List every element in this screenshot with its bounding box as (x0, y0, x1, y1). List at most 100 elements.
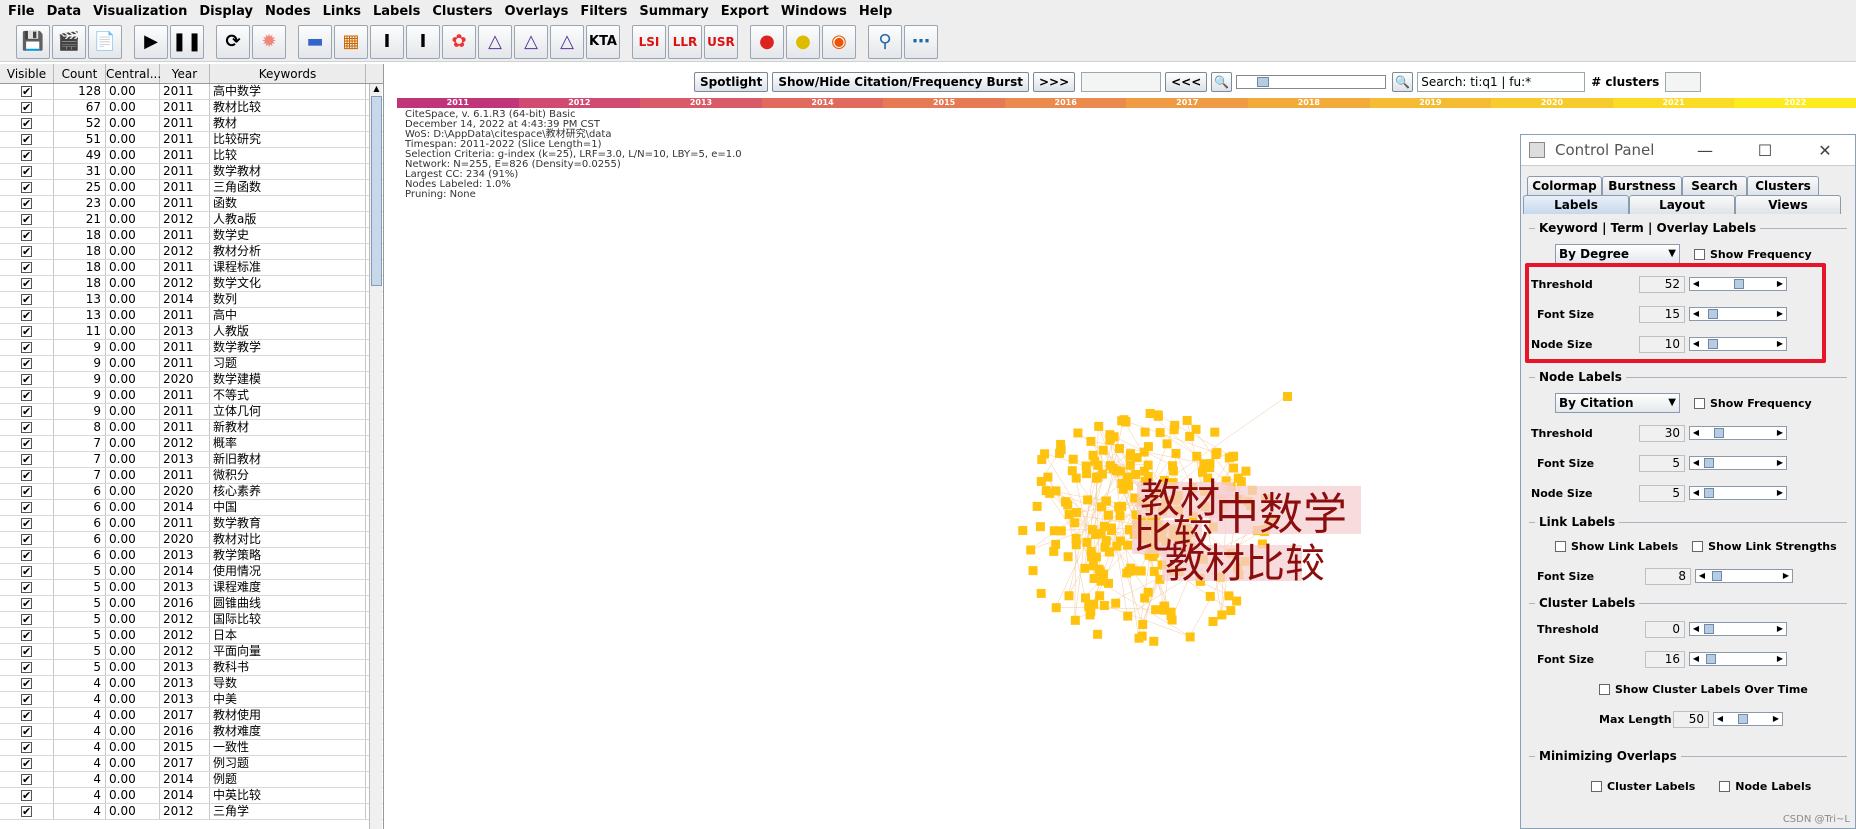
graph-node[interactable] (1185, 632, 1195, 642)
menu-display[interactable]: Display (195, 4, 261, 19)
triangle-network-3-icon[interactable]: △ (550, 24, 584, 59)
graph-node[interactable] (1149, 636, 1159, 646)
minimize-icon[interactable]: — (1675, 141, 1735, 160)
col-keywords[interactable]: Keywords (210, 64, 366, 83)
cl-font-size-slider[interactable]: ◀ ▶ (1689, 652, 1787, 666)
graph-node[interactable] (1226, 606, 1236, 616)
visible-checkbox[interactable] (21, 596, 32, 611)
graph-node[interactable] (1032, 501, 1042, 511)
table-row[interactable]: 180.002012数学文化 (0, 276, 383, 292)
graph-node[interactable] (1087, 525, 1097, 535)
visible-checkbox[interactable] (21, 788, 32, 803)
table-row[interactable]: 90.002020数学建模 (0, 372, 383, 388)
scroll-thumb[interactable] (371, 96, 382, 286)
visible-checkbox[interactable] (21, 276, 32, 291)
graph-node[interactable] (1138, 620, 1148, 630)
graph-node[interactable] (1036, 476, 1046, 486)
table-row[interactable]: 50.002014使用情况 (0, 564, 383, 580)
table-row[interactable]: 670.002011教材比较 (0, 100, 383, 116)
graph-node[interactable] (1232, 596, 1242, 606)
graph-node[interactable] (1131, 470, 1141, 480)
graph-node[interactable] (1140, 593, 1150, 603)
graph-node[interactable] (1055, 448, 1065, 458)
menu-labels[interactable]: Labels (369, 4, 428, 19)
visible-checkbox[interactable] (21, 164, 32, 179)
i-beam-icon[interactable]: I (370, 24, 404, 59)
table-row[interactable]: 90.002011习题 (0, 356, 383, 372)
graph-node[interactable] (1123, 540, 1133, 550)
visible-checkbox[interactable] (21, 452, 32, 467)
table-row[interactable]: 40.002014中英比较 (0, 788, 383, 804)
nl-font-size-value[interactable]: 5 (1639, 454, 1685, 472)
col-year[interactable]: Year (160, 64, 210, 83)
graph-node[interactable] (1145, 408, 1155, 418)
visible-checkbox[interactable] (21, 180, 32, 195)
zoom-slider[interactable] (1236, 75, 1387, 89)
visible-checkbox[interactable] (21, 468, 32, 483)
visible-checkbox[interactable] (21, 132, 32, 147)
table-row[interactable]: 110.002013人教版 (0, 324, 383, 340)
llr-button[interactable]: LLR (668, 24, 702, 59)
graph-label[interactable]: 教材比较 (1165, 541, 1325, 587)
graph-label[interactable]: 中数学 (1215, 489, 1347, 540)
spotlight-button[interactable]: Spotlight (694, 72, 769, 92)
graph-node[interactable] (1099, 569, 1109, 579)
table-row[interactable]: 1280.002011高中数学 (0, 84, 383, 100)
visible-checkbox[interactable] (21, 228, 32, 243)
graph-node[interactable] (1162, 439, 1172, 449)
menu-links[interactable]: Links (319, 4, 369, 19)
graph-node[interactable] (1117, 501, 1127, 511)
graph-node[interactable] (1229, 463, 1239, 473)
table-row[interactable]: 180.002011数学史 (0, 228, 383, 244)
visible-checkbox[interactable] (21, 84, 32, 99)
graph-node[interactable] (1081, 593, 1091, 603)
node-show-frequency-checkbox[interactable] (1694, 397, 1705, 409)
visible-checkbox[interactable] (21, 388, 32, 403)
timeline-layout-icon[interactable]: ⋯ (904, 24, 938, 59)
nl-font-size-slider[interactable]: ◀ ▶ (1689, 456, 1787, 470)
tab-colormap[interactable]: Colormap (1527, 176, 1602, 195)
table-row[interactable]: 60.002020教材对比 (0, 532, 383, 548)
graph-node[interactable] (1105, 430, 1115, 440)
table-row[interactable]: 50.002013课程难度 (0, 580, 383, 596)
visible-checkbox[interactable] (21, 612, 32, 627)
graph-node[interactable] (1160, 601, 1170, 611)
visible-checkbox[interactable] (21, 628, 32, 643)
show-hide-burst-button[interactable]: Show/Hide Citation/Frequency Burst (772, 72, 1029, 92)
menu-visualization[interactable]: Visualization (89, 4, 195, 19)
graph-node[interactable] (1224, 591, 1234, 601)
pdf-icon[interactable]: 📄 (88, 24, 122, 59)
color-line-icon[interactable]: ▬ (298, 24, 332, 59)
graph-node[interactable] (1155, 428, 1165, 438)
graph-node[interactable] (1122, 568, 1132, 578)
triangle-network-icon[interactable]: △ (478, 24, 512, 59)
overlap-node-labels-checkbox[interactable] (1719, 780, 1731, 792)
table-row[interactable]: 180.002012教材分析 (0, 244, 383, 260)
visible-checkbox[interactable] (21, 148, 32, 163)
visible-checkbox[interactable] (21, 740, 32, 755)
menu-summary[interactable]: Summary (635, 4, 716, 19)
visible-checkbox[interactable] (21, 436, 32, 451)
table-row[interactable]: 60.002014中国 (0, 500, 383, 516)
graph-node[interactable] (1056, 526, 1066, 536)
palette-icon[interactable]: ✿ (442, 24, 476, 59)
ll-font-size-value[interactable]: 8 (1645, 567, 1691, 585)
visible-checkbox[interactable] (21, 324, 32, 339)
clapper-icon[interactable]: 🎬 (52, 24, 86, 59)
scroll-up-icon[interactable]: ▲ (370, 84, 383, 96)
graph-node[interactable] (1040, 449, 1050, 459)
graph-node[interactable] (1080, 563, 1090, 573)
visible-checkbox[interactable] (21, 772, 32, 787)
graph-node[interactable] (1064, 591, 1074, 601)
table-row[interactable]: 60.002020核心素养 (0, 484, 383, 500)
cl-threshold-slider[interactable]: ◀ ▶ (1689, 622, 1787, 636)
pause-icon[interactable]: ❚❚ (170, 24, 204, 59)
overlap-icon[interactable]: ● (786, 24, 820, 59)
table-row[interactable]: 70.002011微积分 (0, 468, 383, 484)
cl-font-size-value[interactable]: 16 (1645, 650, 1685, 668)
graph-node[interactable] (1086, 436, 1096, 446)
table-row[interactable]: 40.002012三角学 (0, 804, 383, 820)
tab-search[interactable]: Search (1682, 176, 1747, 195)
table-row[interactable]: 40.002013中美 (0, 692, 383, 708)
visible-checkbox[interactable] (21, 708, 32, 723)
